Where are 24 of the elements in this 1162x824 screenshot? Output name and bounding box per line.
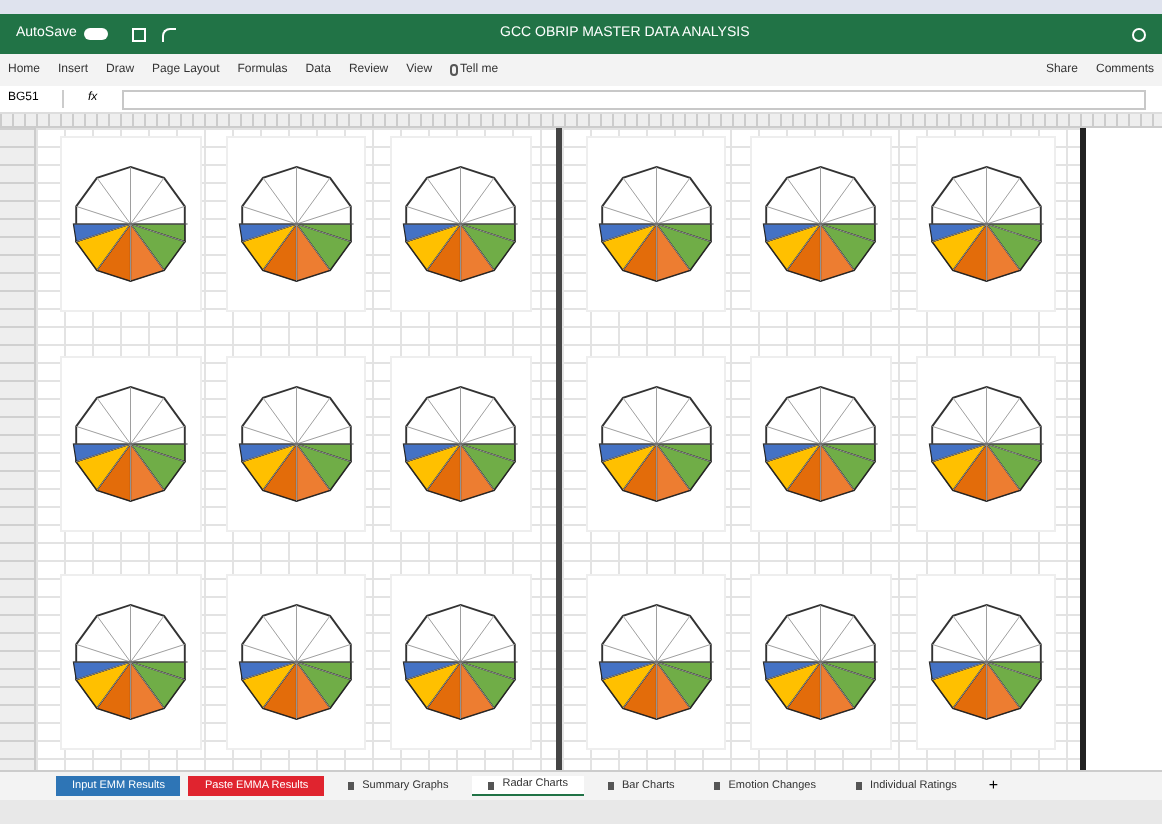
chart-area[interactable] (60, 136, 201, 312)
chart-area[interactable] (60, 355, 201, 532)
chart-area[interactable] (225, 355, 366, 532)
chart-area[interactable] (585, 355, 726, 532)
chart-area[interactable] (390, 574, 531, 751)
formula-field[interactable] (121, 89, 1146, 109)
chart-area[interactable] (915, 574, 1056, 751)
chart-area[interactable] (750, 355, 891, 532)
chart-area[interactable] (585, 136, 726, 312)
save-icon[interactable] (132, 27, 147, 41)
undo-icon[interactable] (162, 27, 177, 41)
add-sheet-button[interactable]: + (988, 774, 999, 798)
toggle-icon[interactable] (84, 28, 109, 40)
chart-area[interactable] (390, 136, 531, 312)
chart-area[interactable] (750, 574, 891, 751)
chart-area[interactable] (585, 574, 726, 751)
chart-area[interactable] (915, 136, 1056, 312)
chart-area[interactable] (225, 574, 366, 751)
search-icon[interactable] (1132, 27, 1146, 41)
chart-area[interactable] (915, 355, 1056, 532)
chart-area[interactable] (225, 136, 366, 312)
chart-area[interactable] (750, 136, 891, 312)
chart-area[interactable] (60, 574, 201, 751)
chart-area[interactable] (390, 355, 531, 532)
